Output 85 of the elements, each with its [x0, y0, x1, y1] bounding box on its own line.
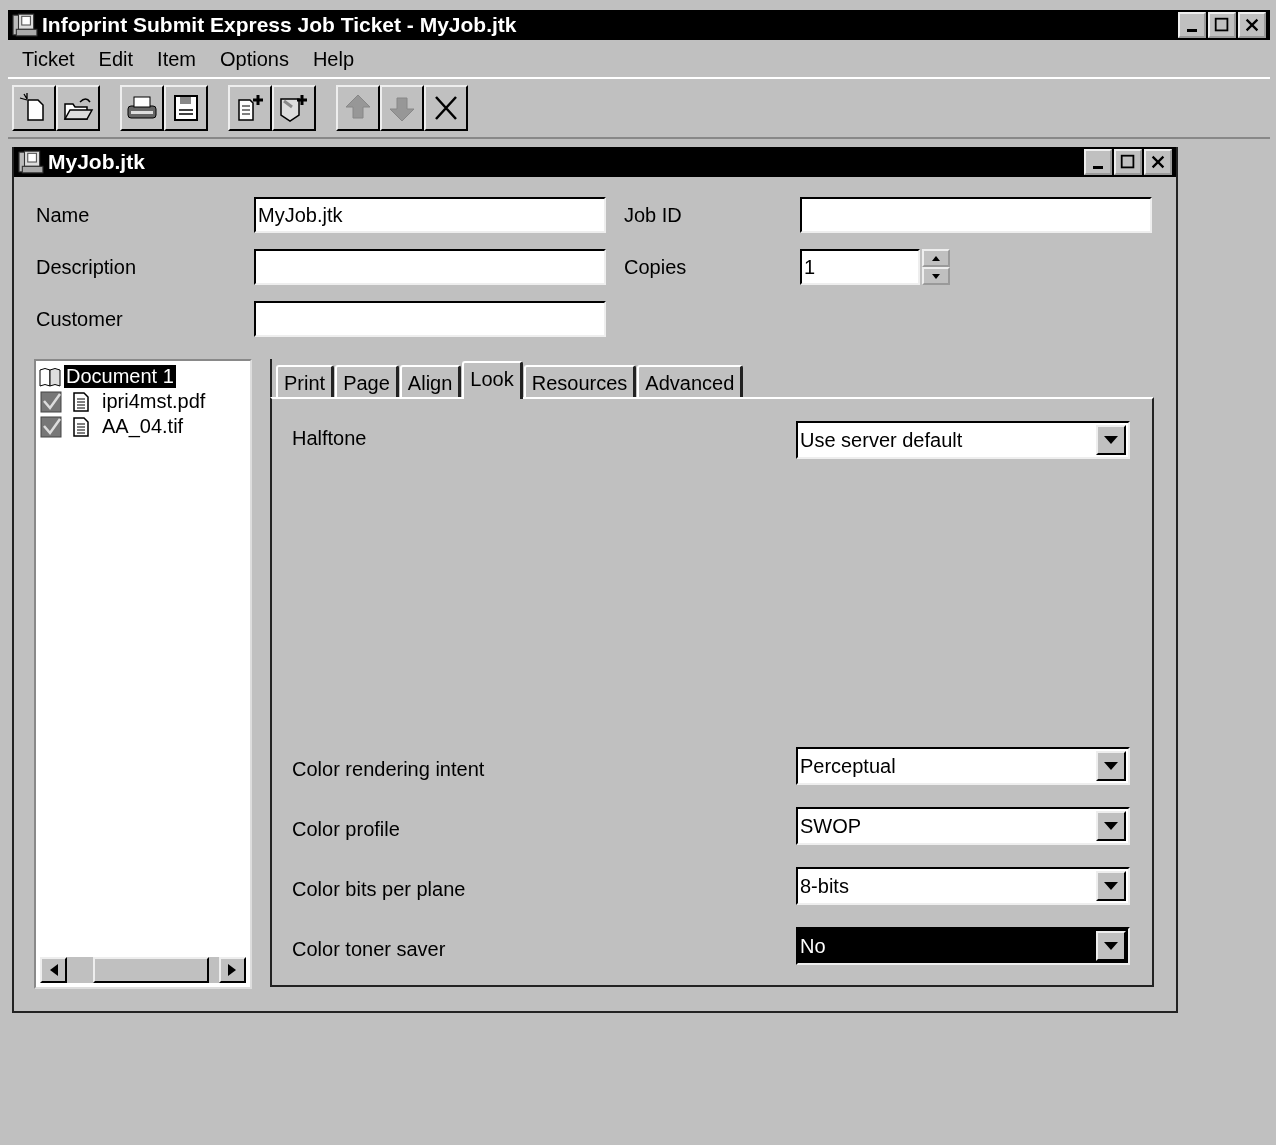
field-label: Job ID: [623, 203, 683, 227]
add-file-icon: [238, 93, 265, 121]
toolbar-button[interactable]: [120, 85, 164, 131]
input-field[interactable]: [254, 249, 606, 285]
menu-item[interactable]: Edit: [98, 48, 134, 71]
input-field[interactable]: [254, 301, 606, 337]
minimize-button[interactable]: [1178, 12, 1206, 38]
setting-label: Color rendering intent: [292, 756, 485, 781]
tab[interactable]: Look: [462, 361, 523, 399]
toolbar-button[interactable]: [12, 85, 56, 131]
dropdown-arrow-icon: [1104, 762, 1118, 770]
setting-label: Color bits per plane: [292, 876, 466, 901]
dropdown-arrow-icon: [1104, 436, 1118, 444]
copies-field[interactable]: 1: [800, 249, 920, 285]
setting-label: Color toner saver: [292, 936, 446, 961]
minimize-button[interactable]: [1084, 149, 1112, 175]
close-icon: [1243, 16, 1261, 34]
dropdown[interactable]: No: [796, 927, 1130, 965]
spin-up-button[interactable]: [922, 249, 950, 267]
minimize-icon: [1187, 28, 1197, 32]
document-window-icon: [18, 150, 44, 174]
maximize-button[interactable]: [1208, 12, 1236, 38]
printer-icon: [127, 96, 157, 119]
dropdown-arrow-icon: [1104, 822, 1118, 830]
close-button[interactable]: [1238, 12, 1266, 38]
toolbar-button[interactable]: [228, 85, 272, 131]
tree-item[interactable]: AA_04.tif: [100, 415, 186, 438]
add-document-icon: [280, 93, 309, 122]
tab[interactable]: Page: [335, 365, 399, 397]
tab[interactable]: Print: [276, 365, 335, 397]
dropdown[interactable]: Perceptual: [796, 747, 1130, 785]
down-arrow-icon: [389, 97, 415, 122]
app-icon: [12, 13, 38, 37]
document-icon: [72, 391, 90, 412]
tree-item[interactable]: ipri4mst.pdf: [100, 390, 208, 413]
dropdown[interactable]: SWOP: [796, 807, 1130, 845]
new-file-icon: [19, 92, 44, 121]
dropdown-arrow-icon: [1104, 882, 1118, 890]
scroll-left-button[interactable]: [40, 957, 68, 983]
maximize-button[interactable]: [1114, 149, 1142, 175]
tab[interactable]: Align: [399, 365, 462, 397]
menu-item[interactable]: Ticket: [22, 48, 75, 71]
up-arrow-icon: [345, 94, 371, 119]
delete-icon: [434, 95, 458, 121]
save-icon: [174, 95, 198, 121]
window-title: Infoprint Submit Express Job Ticket - MyJob.jtk: [42, 13, 518, 37]
checkbox[interactable]: [40, 415, 62, 438]
close-button[interactable]: [1144, 149, 1172, 175]
down-triangle-icon: [932, 273, 940, 279]
spin-down-button[interactable]: [922, 267, 950, 285]
dropdown-arrow-icon: [1104, 942, 1118, 950]
tree-item[interactable]: Document 1: [64, 365, 176, 388]
maximize-icon: [1119, 153, 1137, 171]
document-icon: [72, 416, 90, 437]
setting-label: Halftone: [292, 426, 367, 450]
open-folder-icon: [63, 98, 94, 120]
scroll-thumb[interactable]: [93, 957, 209, 983]
input-field[interactable]: [800, 197, 1152, 233]
field-label: Copies: [623, 255, 688, 279]
up-triangle-icon: [932, 255, 940, 261]
maximize-icon: [1213, 16, 1231, 34]
dropdown[interactable]: Use server default: [796, 421, 1130, 459]
toolbar-button[interactable]: [164, 85, 208, 131]
toolbar-button[interactable]: [56, 85, 100, 131]
tab[interactable]: Resources: [523, 365, 637, 397]
toolbar-button[interactable]: [424, 85, 468, 131]
book-icon: [38, 365, 62, 388]
field-label: Name: [35, 203, 91, 227]
window-title: MyJob.jtk: [48, 150, 146, 174]
scroll-right-button[interactable]: [218, 957, 246, 983]
menu-item[interactable]: Help: [312, 48, 355, 71]
setting-label: Color profile: [292, 816, 400, 841]
close-icon: [1149, 153, 1167, 171]
toolbar-button[interactable]: [272, 85, 316, 131]
menu-item[interactable]: Options: [220, 48, 289, 71]
input-field[interactable]: MyJob.jtk: [254, 197, 606, 233]
right-triangle-icon: [228, 964, 237, 976]
field-label: Description: [35, 255, 138, 279]
left-triangle-icon: [49, 964, 58, 976]
tab[interactable]: Advanced: [637, 365, 744, 397]
menu-item[interactable]: Item: [157, 48, 196, 71]
checkbox[interactable]: [40, 390, 62, 413]
field-label: Customer: [35, 307, 124, 331]
minimize-icon: [1093, 165, 1103, 169]
dropdown[interactable]: 8-bits: [796, 867, 1130, 905]
